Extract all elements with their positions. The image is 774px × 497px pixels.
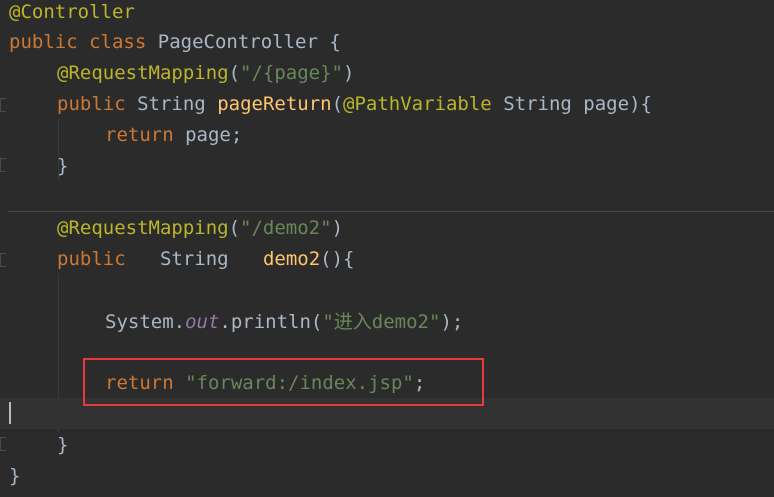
- brace-token: }: [57, 155, 69, 177]
- highlight-annotation-box: [83, 358, 484, 406]
- fold-marker-icon[interactable]: [0, 158, 6, 172]
- code-line-12[interactable]: }: [9, 461, 20, 491]
- brace-token: }: [9, 465, 21, 487]
- code-line-5[interactable]: return page;: [105, 120, 242, 150]
- code-line-2[interactable]: public class PageController {: [9, 27, 341, 57]
- keyword-token: public: [57, 248, 126, 270]
- brace-token: }: [57, 434, 69, 456]
- paren-token: (: [228, 217, 241, 239]
- code-line-8[interactable]: public String demo2(){: [57, 244, 354, 274]
- class-name-token: PageController: [157, 31, 318, 53]
- brace-token: {: [329, 31, 341, 53]
- code-line-11[interactable]: }: [57, 430, 68, 460]
- keyword-token: return: [105, 124, 174, 146]
- string-token: "/demo2": [240, 217, 332, 239]
- code-line-9[interactable]: System.out.println("进入demo2");: [105, 307, 463, 337]
- method-name-token: demo2: [262, 248, 321, 270]
- paren-token: ): [343, 62, 355, 84]
- code-line-4[interactable]: public String pageReturn(@PathVariable S…: [57, 89, 652, 119]
- keyword-token: public: [9, 31, 78, 53]
- fold-marker-icon[interactable]: [0, 253, 6, 267]
- code-line-1[interactable]: @Controller: [9, 0, 135, 27]
- keyword-token: public: [57, 93, 126, 115]
- code-line-7[interactable]: @RequestMapping("/demo2"): [57, 213, 343, 243]
- paren-token: ){: [629, 93, 652, 115]
- text-caret: [9, 402, 11, 424]
- annotation-token: @RequestMapping: [57, 62, 229, 84]
- object-token: System.: [105, 311, 186, 333]
- paren-token: (){: [320, 248, 355, 270]
- punctuation-token: );: [440, 311, 464, 333]
- paren-token: (: [228, 62, 241, 84]
- code-editor[interactable]: @Controller public class PageController …: [0, 0, 774, 497]
- annotation-token: @Controller: [9, 1, 135, 23]
- method-call-token: .println(: [219, 311, 323, 333]
- annotation-token: @RequestMapping: [57, 217, 229, 239]
- identifier-token: page;: [185, 124, 243, 146]
- string-token: "/{page}": [240, 62, 343, 84]
- method-separator: [8, 211, 774, 212]
- fold-marker-icon[interactable]: [0, 437, 6, 451]
- code-line-6[interactable]: }: [57, 151, 68, 181]
- fold-marker-icon[interactable]: [0, 98, 6, 112]
- code-line-3[interactable]: @RequestMapping("/{page}"): [57, 58, 354, 88]
- type-token: String: [503, 93, 572, 115]
- paren-token: ): [331, 217, 344, 239]
- type-token: String: [137, 93, 206, 115]
- string-token: "进入demo2": [322, 311, 441, 333]
- field-token: out: [185, 311, 220, 333]
- keyword-token: class: [89, 31, 147, 53]
- param-token: page: [583, 93, 630, 115]
- method-name-token: pageReturn: [217, 93, 332, 115]
- type-token: String: [159, 248, 229, 270]
- paren-token: (: [331, 93, 344, 115]
- annotation-token: @PathVariable: [343, 93, 492, 115]
